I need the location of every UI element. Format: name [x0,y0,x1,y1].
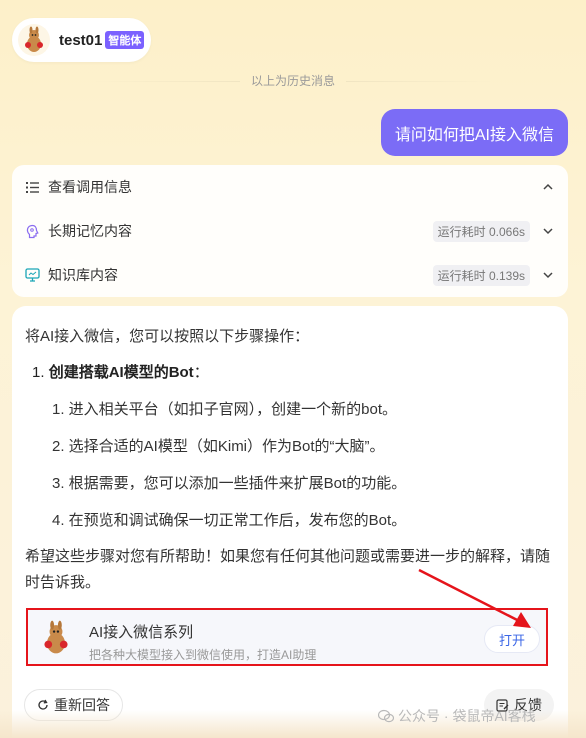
annotation-arrow-icon [418,568,531,628]
answer-intro: 将AI接入微信，您可以按照以下步骤操作： [25,328,310,345]
monitor-icon [24,267,40,283]
plugin-description: 把各种大模型接入到微信使用，打造AI助理 [89,648,317,662]
watermark: 公众号 · 袋鼠帝AI客栈 [378,706,536,726]
watermark-text: 公众号 · 袋鼠帝AI客栈 [398,708,536,724]
answer-card: 将AI接入微信，您可以按照以下步骤操作： 1. 创建搭载AI模型的Bot： 1.… [12,306,568,738]
substep-item: 2. 选择合适的AI模型（如Kimi）作为Bot的“大脑”。 [52,438,385,455]
wechat-icon [378,709,394,723]
chevron-down-icon[interactable] [542,225,554,237]
runtime-badge: 运行耗时 0.139s [432,264,530,286]
step-number: 1. [32,364,45,381]
plugin-title: AI接入微信系列 [89,624,194,641]
step-heading-colon: ： [193,364,209,381]
bot-chip[interactable]: test01 智能体 [12,18,151,62]
info-row-memory-label: 长期记忆内容 [48,223,132,239]
step-heading: 1. 创建搭载AI模型的Bot： [32,361,209,382]
history-label: 以上为历史消息 [250,74,335,88]
substep-item: 3. 根据需要，您可以添加一些插件来扩展Bot的功能。 [52,475,407,492]
user-message-text: 请问如何把AI接入微信 [394,126,554,144]
kangaroo-plugin-icon [38,620,74,656]
info-row-knowledge[interactable]: 知识库内容 运行耗时 0.139s [12,253,568,297]
user-message-bubble: 请问如何把AI接入微信 [380,109,568,156]
list-icon [24,179,40,195]
call-info-title: 查看调用信息 [48,179,132,195]
step-heading-bold: 创建搭载AI模型的Bot [48,364,194,381]
bot-type-badge: 智能体 [105,31,145,49]
info-row-knowledge-label: 知识库内容 [48,267,118,283]
bot-name: test01 [59,31,103,49]
substep-item: 4. 在预览和调试确保一切正常工作后，发布您的Bot。 [52,512,407,529]
call-info-header[interactable]: 查看调用信息 [12,165,568,209]
brain-icon [24,223,40,239]
chevron-down-icon[interactable] [542,269,554,281]
info-row-memory[interactable]: 长期记忆内容 运行耗时 0.066s [12,209,568,253]
call-info-card: 查看调用信息 长期记忆内容 运行耗时 0.066s 知识库内容 运行耗时 0.1… [12,165,568,297]
kangaroo-avatar-icon [18,24,50,56]
history-divider: 以上为历史消息 [0,72,586,89]
substep-item: 1. 进入相关平台（如扣子官网），创建一个新的bot。 [52,401,398,418]
runtime-badge: 运行耗时 0.066s [432,220,530,242]
chevron-up-icon[interactable] [542,181,554,193]
